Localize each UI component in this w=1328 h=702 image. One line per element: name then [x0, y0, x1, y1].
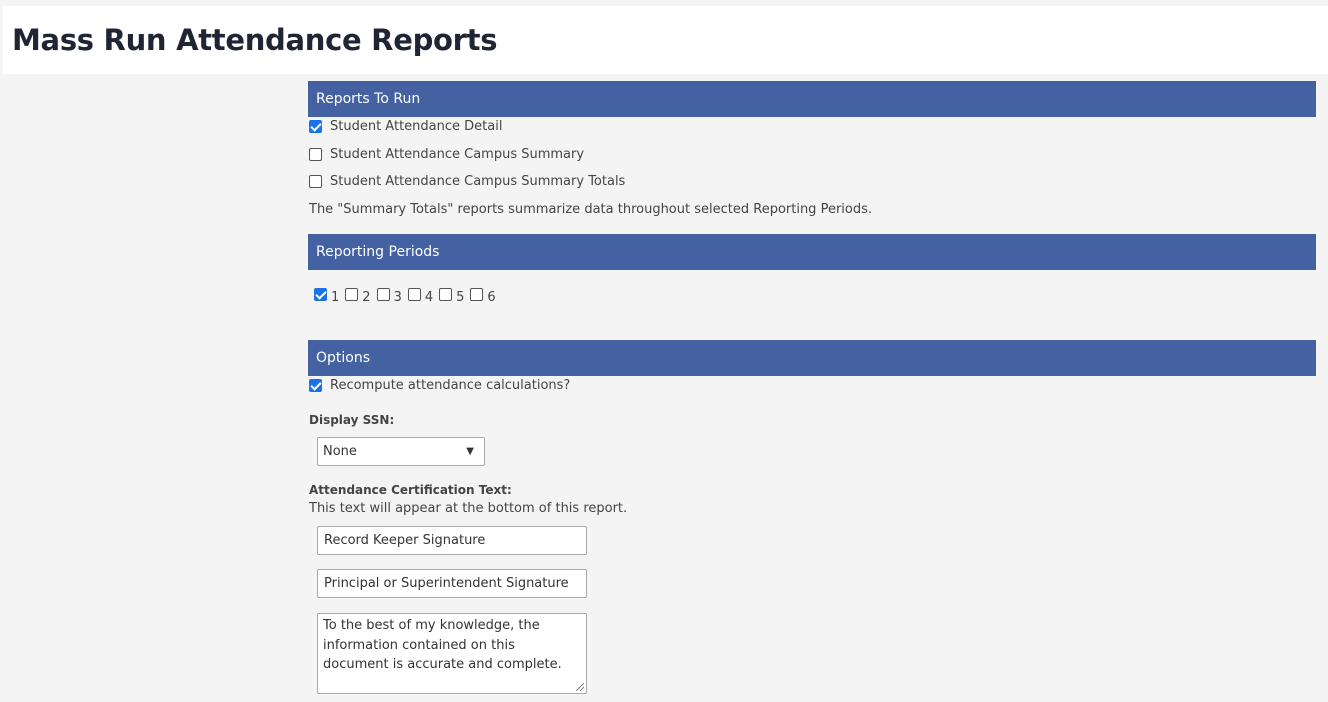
checkbox-campus-summary[interactable]: [309, 148, 322, 161]
certification-statement-textarea[interactable]: To the best of my knowledge, the informa…: [317, 613, 587, 694]
report-option-label: Student Attendance Campus Summary Totals: [330, 174, 626, 189]
checkbox-student-attendance-detail[interactable]: [309, 120, 322, 133]
section-header-reports-to-run: Reports To Run: [308, 81, 1316, 117]
period-4[interactable]: 4: [407, 286, 433, 305]
display-ssn-select[interactable]: None ▼: [317, 437, 485, 466]
section-header-options: Options: [308, 340, 1316, 376]
period-6[interactable]: 6: [470, 286, 496, 305]
certification-label: Attendance Certification Text:: [309, 483, 512, 497]
resize-handle-icon[interactable]: [576, 683, 584, 691]
period-label: 4: [424, 290, 434, 305]
checkbox-period-5[interactable]: [439, 288, 453, 301]
checkbox-period-3[interactable]: [376, 288, 390, 301]
checkbox-period-1[interactable]: [314, 288, 327, 301]
period-label: 6: [487, 290, 496, 305]
report-option-label: Student Attendance Detail: [330, 119, 503, 134]
display-ssn-label: Display SSN:: [309, 413, 395, 427]
checkbox-period-4[interactable]: [407, 288, 421, 301]
signature2-input[interactable]: Principal or Superintendent Signature: [317, 569, 587, 598]
chevron-down-icon: ▼: [466, 446, 474, 457]
period-label: 2: [362, 290, 371, 305]
period-2[interactable]: 2: [345, 286, 371, 305]
recompute-option[interactable]: Recompute attendance calculations?: [309, 378, 570, 393]
period-3[interactable]: 3: [376, 286, 402, 305]
recompute-label: Recompute attendance calculations?: [330, 378, 571, 393]
period-label: 1: [331, 290, 340, 305]
certification-statement-text: To the best of my knowledge, the informa…: [323, 618, 562, 672]
report-option-campus-summary[interactable]: Student Attendance Campus Summary: [309, 147, 584, 162]
period-5[interactable]: 5: [439, 286, 464, 305]
checkbox-period-2[interactable]: [345, 288, 359, 301]
display-ssn-value: None: [323, 444, 357, 459]
section-header-reporting-periods: Reporting Periods: [308, 234, 1316, 270]
signature1-input[interactable]: Record Keeper Signature: [317, 526, 587, 555]
reporting-periods-group: 1 2 3 4 5 6: [314, 286, 502, 305]
report-option-student-attendance-detail[interactable]: Student Attendance Detail: [309, 119, 502, 134]
period-1[interactable]: 1: [314, 286, 339, 305]
certification-note: This text will appear at the bottom of t…: [309, 501, 628, 516]
title-bar: Mass Run Attendance Reports: [3, 6, 1328, 74]
report-option-campus-summary-totals[interactable]: Student Attendance Campus Summary Totals: [309, 174, 625, 189]
period-label: 5: [456, 290, 465, 305]
checkbox-period-6[interactable]: [470, 288, 484, 301]
checkbox-recompute[interactable]: [309, 379, 322, 392]
period-label: 3: [393, 290, 402, 305]
report-option-label: Student Attendance Campus Summary: [330, 147, 585, 162]
page-title: Mass Run Attendance Reports: [12, 23, 498, 57]
summary-totals-note: The "Summary Totals" reports summarize d…: [309, 202, 873, 217]
checkbox-campus-summary-totals[interactable]: [309, 175, 322, 188]
